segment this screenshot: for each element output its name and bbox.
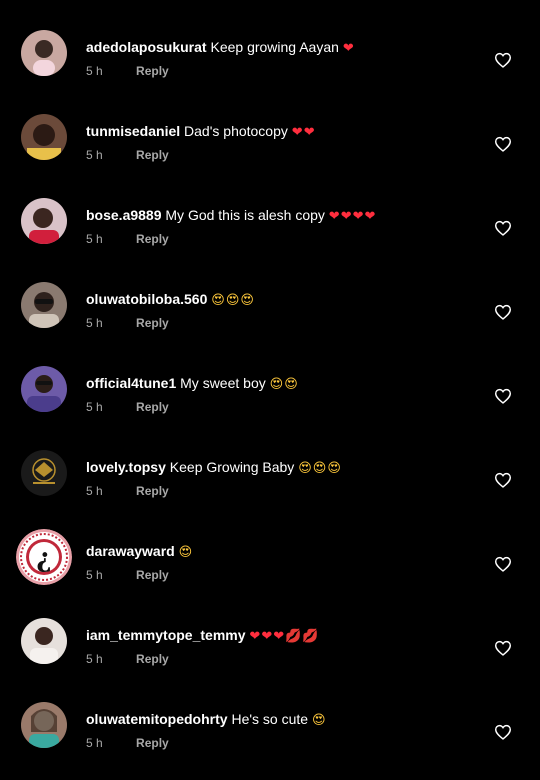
- comment-emoji: 😍: [178, 545, 194, 560]
- heart-outline-icon[interactable]: [494, 388, 512, 404]
- comment-text: Keep Growing Baby: [169, 459, 299, 475]
- reply-button[interactable]: Reply: [136, 568, 169, 582]
- svg-text:¿: ¿: [36, 544, 51, 574]
- comment-username[interactable]: adedolaposukurat: [86, 39, 207, 55]
- comment-text: Keep growing Aayan: [210, 39, 343, 55]
- avatar[interactable]: [21, 30, 67, 76]
- comment-text: Dad's photocopy: [184, 123, 292, 139]
- comment-item: official4tune1 My sweet boy 😍😍 5 h Reply: [0, 360, 540, 444]
- comment-emoji: ❤❤: [291, 125, 316, 140]
- comment-emoji: ❤: [342, 41, 355, 56]
- comment-item: iam_temmytope_temmy ❤❤❤💋💋 5 h Reply: [0, 612, 540, 696]
- comment-time: 5 h: [86, 484, 103, 498]
- avatar[interactable]: ¿: [16, 529, 72, 585]
- comment-item: lovely.topsy Keep Growing Baby 😍😍😍 5 h R…: [0, 444, 540, 528]
- comment-username[interactable]: darawayward: [86, 543, 175, 559]
- comment-time: 5 h: [86, 652, 103, 666]
- heart-outline-icon[interactable]: [494, 640, 512, 656]
- comment-time: 5 h: [86, 316, 103, 330]
- comment-emoji: 😍: [311, 713, 327, 728]
- comment-username[interactable]: bose.a9889: [86, 207, 162, 223]
- reply-button[interactable]: Reply: [136, 484, 169, 498]
- reply-button[interactable]: Reply: [136, 736, 169, 750]
- comment-text: My God this is alesh copy: [165, 207, 329, 223]
- comment-time: 5 h: [86, 568, 103, 582]
- comment-emoji: ❤❤❤💋💋: [249, 629, 320, 644]
- comment-username[interactable]: iam_temmytope_temmy: [86, 627, 246, 643]
- avatar[interactable]: [21, 198, 67, 244]
- heart-outline-icon[interactable]: [494, 472, 512, 488]
- avatar[interactable]: [21, 450, 67, 496]
- comment-username[interactable]: oluwatemitopedohrty: [86, 711, 228, 727]
- comment-item: oluwatobiloba.560 😍😍😍 5 h Reply: [0, 276, 540, 360]
- comment-text: He's so cute: [231, 711, 312, 727]
- comment-item: adedolaposukurat Keep growing Aayan ❤ 5 …: [0, 24, 540, 108]
- reply-button[interactable]: Reply: [136, 232, 169, 246]
- heart-outline-icon[interactable]: [494, 556, 512, 572]
- reply-button[interactable]: Reply: [136, 148, 169, 162]
- avatar[interactable]: [21, 366, 67, 412]
- reply-button[interactable]: Reply: [136, 400, 169, 414]
- comment-item: bose.a9889 My God this is alesh copy ❤❤❤…: [0, 192, 540, 276]
- comment-username[interactable]: official4tune1: [86, 375, 176, 391]
- comment-username[interactable]: oluwatobiloba.560: [86, 291, 207, 307]
- avatar[interactable]: [21, 702, 67, 748]
- reply-button[interactable]: Reply: [136, 64, 169, 78]
- reply-button[interactable]: Reply: [136, 316, 169, 330]
- comment-time: 5 h: [86, 232, 103, 246]
- comment-username[interactable]: lovely.topsy: [86, 459, 166, 475]
- reply-button[interactable]: Reply: [136, 652, 169, 666]
- heart-outline-icon[interactable]: [494, 220, 512, 236]
- comment-time: 5 h: [86, 736, 103, 750]
- comment-time: 5 h: [86, 64, 103, 78]
- comment-emoji: 😍😍: [269, 377, 299, 392]
- heart-outline-icon[interactable]: [494, 136, 512, 152]
- comment-time: 5 h: [86, 400, 103, 414]
- comment-emoji: 😍😍😍: [298, 461, 342, 476]
- comment-text: My sweet boy: [180, 375, 270, 391]
- avatar[interactable]: [21, 618, 67, 664]
- comment-emoji: 😍😍😍: [211, 293, 255, 308]
- comment-username[interactable]: tunmisedaniel: [86, 123, 180, 139]
- comment-item: oluwatemitopedohrty He's so cute 😍 5 h R…: [0, 696, 540, 780]
- comment-item: ¿ darawayward 😍 5 h Reply: [0, 528, 540, 612]
- comment-emoji: ❤❤❤❤: [328, 209, 377, 224]
- heart-outline-icon[interactable]: [494, 724, 512, 740]
- avatar[interactable]: [21, 114, 67, 160]
- heart-outline-icon[interactable]: [494, 304, 512, 320]
- heart-outline-icon[interactable]: [494, 52, 512, 68]
- comment-time: 5 h: [86, 148, 103, 162]
- avatar[interactable]: [21, 282, 67, 328]
- comment-item: tunmisedaniel Dad's photocopy ❤❤ 5 h Rep…: [0, 108, 540, 192]
